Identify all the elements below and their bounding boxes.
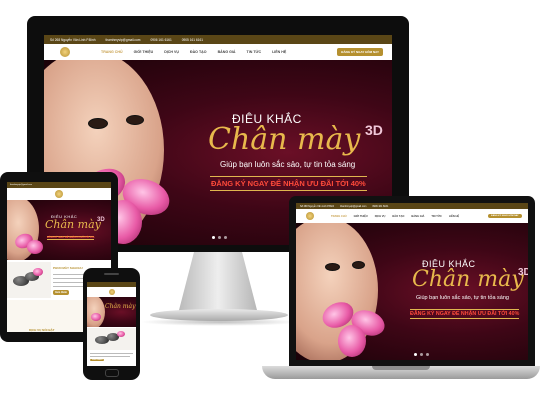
hero-banner: ĐIÊU KHẮC Chân mày 3D ĐĂNG KÝ NGAY ĐỂ NH… bbox=[7, 200, 111, 260]
flower bbox=[33, 268, 43, 276]
hero-title: Chân mày bbox=[208, 122, 361, 157]
nav-news[interactable]: TIN TỨC bbox=[247, 50, 262, 54]
phone-home-button bbox=[105, 369, 119, 377]
read-more-button[interactable]: Xem thêm bbox=[90, 359, 105, 361]
topbar-phone-2[interactable]: 0905 161 6161 bbox=[182, 38, 203, 42]
nav-training[interactable]: ĐÀO TẠO bbox=[190, 50, 207, 54]
hero-3d-badge: 3D bbox=[97, 217, 105, 223]
nav-services[interactable]: DỊCH VỤ bbox=[164, 50, 179, 54]
main-nav: TRANG CHỦ GIỚI THIỆU DỊCH VỤ ĐÀO TẠO BẢN… bbox=[296, 209, 528, 223]
hero-3d-badge: 3D bbox=[365, 122, 383, 138]
phone-screen: Chân mày Xem thêm bbox=[87, 282, 136, 366]
slider-dot[interactable] bbox=[420, 353, 423, 356]
nav-home[interactable]: TRANG CHỦ bbox=[101, 50, 123, 54]
hero-promo[interactable]: ĐĂNG KÝ NGAY ĐỂ NHẬN ƯU ĐÃI TỚI 40% bbox=[410, 309, 520, 319]
slider-dots[interactable] bbox=[414, 353, 429, 356]
site-logo[interactable] bbox=[55, 190, 63, 198]
model-eye-2 bbox=[126, 115, 144, 125]
orchid-petal bbox=[91, 313, 101, 321]
slider-dots[interactable] bbox=[212, 236, 227, 239]
monitor-base bbox=[150, 309, 288, 321]
topbar-email[interactable]: thamhmyvip@gmail.com bbox=[106, 38, 141, 42]
slider-dot[interactable] bbox=[426, 353, 429, 356]
top-bar: Số 268 Nguyễn Văn Linh P.Bình thamhmyvip… bbox=[44, 35, 392, 44]
monitor-stand bbox=[178, 252, 258, 314]
orchid-petal-2 bbox=[27, 240, 43, 254]
hero-title: Chân mày bbox=[105, 303, 136, 310]
site-logo[interactable] bbox=[108, 289, 115, 295]
section-title: PHUN MÀY SHACHU bbox=[53, 266, 83, 270]
slider-dot[interactable] bbox=[224, 236, 227, 239]
nav-contact[interactable]: LIÊN HỆ bbox=[449, 215, 459, 218]
hero-banner: Chân mày bbox=[87, 297, 136, 327]
nav-home[interactable]: TRANG CHỦ bbox=[331, 215, 347, 218]
spa-stones-image bbox=[87, 328, 136, 350]
slider-dot[interactable] bbox=[212, 236, 215, 239]
nav-news[interactable]: TIN TỨC bbox=[431, 215, 442, 218]
site-logo[interactable] bbox=[60, 47, 70, 57]
text-line bbox=[90, 356, 130, 357]
nav-about[interactable]: GIỚI THIỆU bbox=[134, 50, 154, 54]
topbar-address: Số 268 Nguyễn Văn Linh P.Bình bbox=[50, 37, 96, 42]
topbar-email[interactable]: thamhmyvip@gmail.com bbox=[10, 184, 32, 186]
hero-banner: ĐIÊU KHẮC Chân mày 3D Giúp bạn luôn sắc … bbox=[296, 223, 528, 360]
main-nav bbox=[87, 287, 136, 297]
main-nav bbox=[7, 188, 111, 200]
site-logo[interactable] bbox=[306, 212, 314, 220]
hero-promo[interactable]: ĐĂNG KÝ NGAY ĐỂ NHẬN ƯU ĐÃI TỚI 40% bbox=[210, 176, 367, 191]
hero-subtitle: Giúp bạn luôn sắc sảo, tự tin tỏa sáng bbox=[416, 295, 509, 301]
hero-subtitle: Giúp bạn luôn sắc sảo, tự tin tỏa sáng bbox=[220, 160, 356, 169]
model-eye-2 bbox=[352, 261, 365, 269]
hero-title: Chân mày bbox=[45, 218, 101, 231]
nav-pricing[interactable]: BẢNG GIÁ bbox=[218, 50, 236, 54]
topbar-email[interactable]: thamhmyvip@gmail.com bbox=[340, 205, 366, 208]
register-button[interactable]: ĐĂNG KÝ NGAY HÔM NAY bbox=[488, 214, 522, 218]
topbar-phone[interactable]: 0906 161 6161 bbox=[372, 205, 388, 208]
model-eye bbox=[325, 263, 340, 271]
text-line bbox=[90, 353, 133, 354]
main-nav: TRANG CHỦ GIỚI THIỆU DỊCH VỤ ĐÀO TẠO BẢN… bbox=[44, 44, 392, 60]
slider-dot[interactable] bbox=[414, 353, 417, 356]
hero-title: Chân mày bbox=[412, 267, 524, 292]
nav-about[interactable]: GIỚI THIỆU bbox=[354, 215, 368, 218]
phone-speaker bbox=[104, 273, 119, 275]
nav-contact[interactable]: LIÊN HỆ bbox=[272, 50, 286, 54]
hero-promo[interactable]: ĐĂNG KÝ NGAY ĐỂ NHẬN ƯU ĐÃI TỚI 40% bbox=[47, 236, 95, 240]
model-face bbox=[87, 297, 105, 327]
flower bbox=[117, 331, 125, 337]
nav-pricing[interactable]: BẢNG GIÁ bbox=[411, 215, 424, 218]
topbar-phone[interactable]: 0906 161 6161 bbox=[150, 38, 171, 42]
services-title: DỊCH VỤ NỔI BẬT bbox=[29, 328, 55, 332]
nav-services[interactable]: DỊCH VỤ bbox=[375, 215, 386, 218]
model-eye bbox=[88, 118, 108, 129]
laptop-screen: Số 268 Nguyễn Văn Linh P.Bình thamhmyvip… bbox=[296, 203, 528, 360]
laptop-notch bbox=[372, 366, 430, 370]
orchid-petal-3 bbox=[338, 325, 366, 357]
hero-3d-badge: 3D bbox=[518, 267, 528, 278]
spa-stones-image bbox=[7, 262, 51, 298]
nav-training[interactable]: ĐÀO TẠO bbox=[392, 215, 404, 218]
read-more-button[interactable]: Xem thêm bbox=[53, 290, 69, 295]
register-button[interactable]: ĐĂNG KÝ NGAY HÔM NAY bbox=[337, 48, 384, 56]
topbar-address: Số 268 Nguyễn Văn Linh P.Bình bbox=[300, 204, 335, 208]
slider-dot[interactable] bbox=[218, 236, 221, 239]
